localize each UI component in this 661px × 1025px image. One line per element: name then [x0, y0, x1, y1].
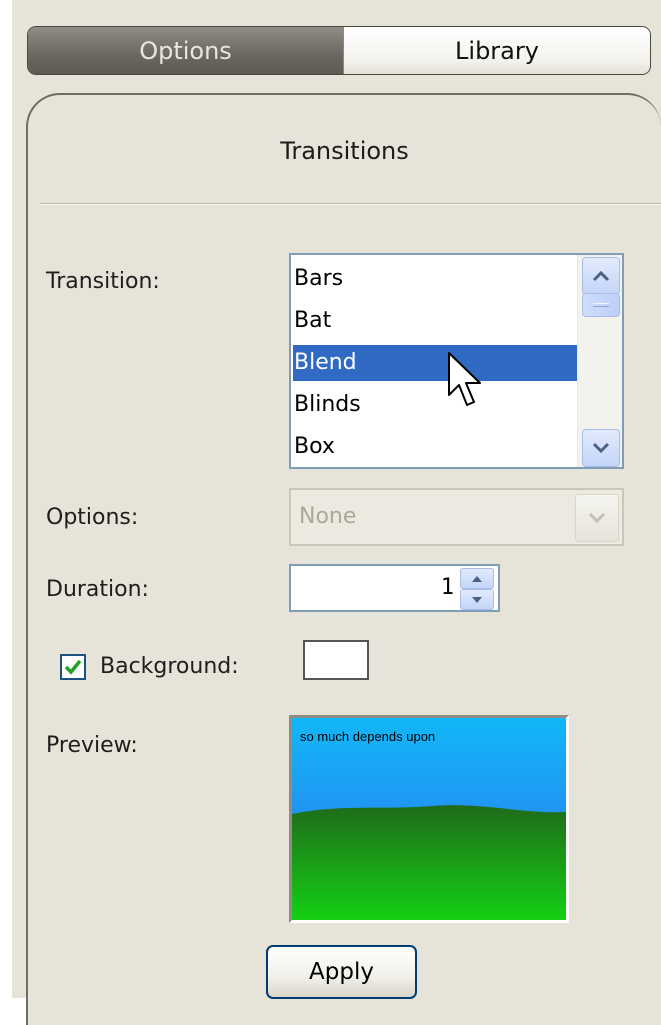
chevron-down-icon: [588, 512, 606, 524]
list-item[interactable]: Bat: [293, 303, 578, 339]
triangle-up-icon: [472, 575, 482, 582]
chevron-down-icon: [592, 442, 610, 454]
duration-label: Duration:: [46, 577, 149, 602]
duration-stepper[interactable]: 1: [289, 564, 500, 612]
dropdown-button[interactable]: [575, 494, 619, 542]
tab-bar: Options Library: [27, 26, 651, 75]
background-color-swatch[interactable]: [303, 640, 369, 680]
list-item[interactable]: Blinds: [293, 387, 578, 423]
panel-title: Transitions: [280, 137, 409, 165]
triangle-down-icon: [472, 596, 482, 603]
scroll-up-button[interactable]: [582, 257, 620, 295]
checkmark-icon: [64, 659, 82, 675]
options-value: None: [299, 504, 357, 529]
landscape-image: [292, 718, 566, 920]
preview-label: Preview:: [46, 733, 138, 758]
preview-caption: so much depends upon: [300, 729, 436, 744]
scroll-thumb[interactable]: [582, 293, 620, 317]
spin-down-button[interactable]: [460, 589, 494, 610]
tab-library[interactable]: Library: [343, 27, 650, 74]
list-item[interactable]: Box: [293, 429, 578, 465]
list-item-selected[interactable]: Blend: [293, 345, 578, 381]
scroll-down-button[interactable]: [582, 429, 620, 467]
transition-listbox[interactable]: Bars Bat Blend Blinds Box: [289, 253, 624, 469]
options-label: Options:: [46, 505, 139, 530]
duration-value: 1: [440, 575, 454, 600]
chevron-up-icon: [592, 270, 610, 282]
apply-button[interactable]: Apply: [266, 945, 417, 999]
list-item[interactable]: Bars: [293, 261, 578, 297]
listbox-scrollbar[interactable]: [577, 255, 622, 467]
preview-image: so much depends upon: [289, 715, 569, 923]
transition-label: Transition:: [46, 269, 160, 294]
spin-up-button[interactable]: [460, 568, 494, 589]
tab-options[interactable]: Options: [28, 27, 343, 74]
background-checkbox[interactable]: [60, 654, 86, 680]
options-dropdown[interactable]: None: [289, 488, 624, 546]
background-label: Background:: [100, 654, 239, 679]
divider: [40, 203, 661, 205]
